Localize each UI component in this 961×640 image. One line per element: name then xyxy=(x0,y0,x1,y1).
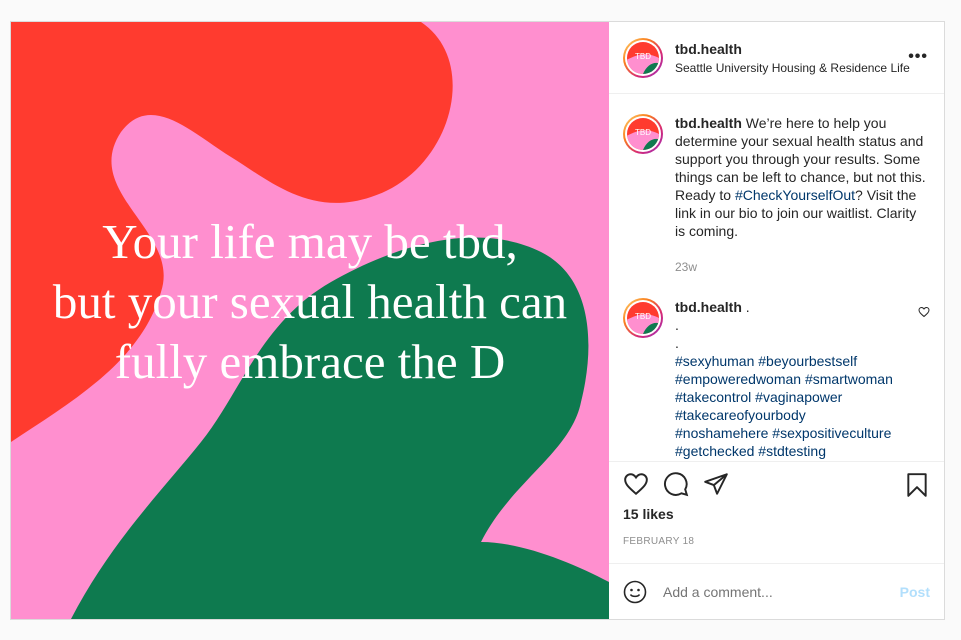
headline-line-3: fully embrace the D xyxy=(114,334,506,389)
comment-avatar[interactable]: TBD xyxy=(623,298,663,338)
avatar-logo-text: TBD xyxy=(635,128,651,137)
add-comment-bar: Post xyxy=(609,563,944,619)
caption-comment: TBD tbd.health We’re here to help you de… xyxy=(623,114,930,276)
post-card: Your life may be tbd, but your sexual he… xyxy=(10,21,945,620)
post-actions xyxy=(609,462,944,506)
comment-hashtags[interactable]: #getchecked #stdtesting xyxy=(675,442,930,460)
comment-input[interactable] xyxy=(663,583,892,600)
caption-username[interactable]: tbd.health xyxy=(675,115,742,131)
comment-suffix: . xyxy=(741,299,750,315)
post-date[interactable]: FEBRUARY 18 xyxy=(609,536,944,547)
bookmark-icon[interactable] xyxy=(904,472,930,498)
comment-hashtags[interactable]: #sexyhuman #beyourbestself xyxy=(675,352,930,370)
headline-line-1: Your life may be tbd, xyxy=(102,214,518,269)
caption-timestamp[interactable]: 23w xyxy=(675,258,930,276)
headline-line-2: but your sexual health can xyxy=(52,274,568,329)
comment-icon[interactable] xyxy=(663,471,689,497)
comment-dot: . xyxy=(675,335,679,351)
post-image[interactable]: Your life may be tbd, but your sexual he… xyxy=(11,22,609,619)
comments-section: TBD tbd.health We’re here to help you de… xyxy=(609,94,944,462)
post-comment-button[interactable]: Post xyxy=(900,584,930,600)
post-image-headline: Your life may be tbd, but your sexual he… xyxy=(11,212,609,392)
comment-hashtags[interactable]: #noshamehere #sexpositiveculture xyxy=(675,424,930,442)
avatar-logo-text: TBD xyxy=(635,312,651,321)
comment-hashtags[interactable]: #empoweredwoman #smartwoman xyxy=(675,370,930,388)
avatar-logo-text: TBD xyxy=(635,51,651,61)
comment: TBD tbd.health . . . #sexyhuman #beyourb… xyxy=(623,298,930,460)
header-location[interactable]: Seattle University Housing & Residence L… xyxy=(675,61,910,75)
header-username[interactable]: tbd.health xyxy=(675,41,910,57)
like-comment-heart-icon[interactable] xyxy=(918,306,930,318)
comment-hashtags[interactable]: #takecareofyourbody xyxy=(675,406,930,424)
emoji-icon[interactable] xyxy=(623,580,647,604)
post-header: TBD tbd.health Seattle University Housin… xyxy=(609,22,944,94)
comment-dot: . xyxy=(675,317,679,333)
avatar[interactable]: TBD xyxy=(623,37,663,78)
post-sidebar: TBD tbd.health Seattle University Housin… xyxy=(609,22,944,619)
share-icon[interactable] xyxy=(703,471,729,497)
heart-icon[interactable] xyxy=(623,471,649,497)
caption-hashtag[interactable]: #CheckYourselfOut xyxy=(735,187,855,203)
caption-avatar[interactable]: TBD xyxy=(623,114,663,154)
comment-hashtags[interactable]: #takecontrol #vaginapower xyxy=(675,388,930,406)
comment-username[interactable]: tbd.health xyxy=(675,299,742,315)
more-options-icon[interactable]: ••• xyxy=(908,48,928,66)
likes-count[interactable]: 15 likes xyxy=(609,506,944,522)
